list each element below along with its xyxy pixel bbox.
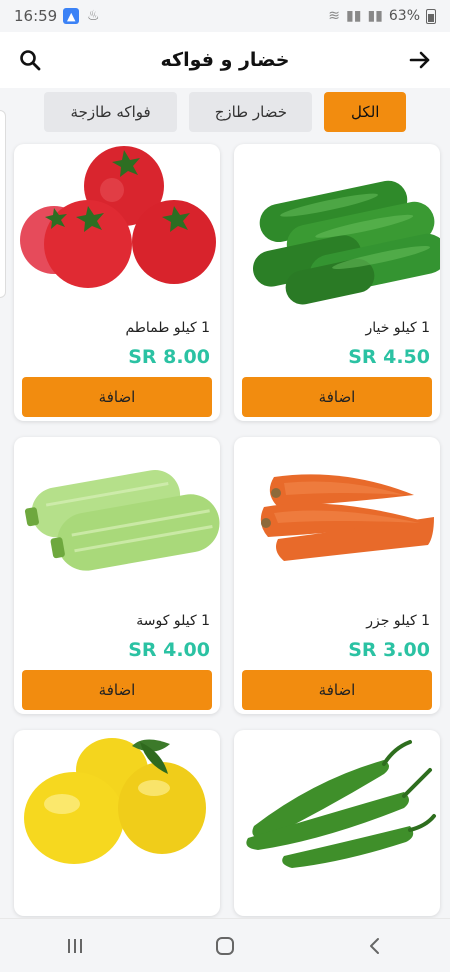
product-name: 1 كيلو خيار — [365, 320, 430, 336]
product-price: SR 4.00 — [128, 639, 210, 661]
cucumber-image — [253, 180, 440, 305]
search-button[interactable] — [14, 44, 46, 76]
add-to-cart-button[interactable]: اضافة — [22, 377, 212, 417]
product-name: 1 كيلو جزر — [366, 613, 430, 629]
page-title: خضار و فواكه — [160, 49, 290, 71]
recent-apps-icon — [68, 938, 82, 953]
system-navigation-bar — [0, 918, 450, 972]
product-card-carrot[interactable]: 1 كيلو جزر SR 3.00 اضافة — [234, 437, 440, 714]
carrot-image — [260, 474, 434, 561]
app-notification-icon: ♨ — [86, 8, 100, 24]
product-card-tomato[interactable]: 1 كيلو طماطم SR 8.00 اضافة — [14, 144, 220, 421]
product-price: SR 8.00 — [128, 346, 210, 368]
signal-icon: ▮▮ — [346, 8, 362, 24]
wifi-icon: ≋ — [328, 8, 341, 24]
home-icon — [216, 936, 234, 955]
app-header: خضار و فواكه — [0, 32, 450, 88]
product-grid: 1 كيلو خيار SR 4.50 اضافة 1 كيلو طماطم S… — [12, 144, 440, 916]
zucchini-image — [24, 469, 220, 571]
product-card-zucchini[interactable]: 1 كيلو كوسة SR 4.00 اضافة — [14, 437, 220, 714]
status-time: 16:59 — [14, 7, 58, 25]
recent-apps-button[interactable] — [55, 926, 95, 966]
system-back-button[interactable] — [355, 926, 395, 966]
home-button[interactable] — [205, 926, 245, 966]
back-button[interactable] — [404, 44, 436, 76]
status-bar: 16:59 ▲ ♨ ≋ ▮▮ ▮▮ 63% — [0, 0, 450, 32]
lemon-image — [24, 738, 206, 864]
gallery-notification-icon: ▲ — [63, 8, 80, 24]
arrow-right-icon — [409, 51, 430, 69]
battery-percent: 63% — [388, 8, 420, 24]
product-price: SR 4.50 — [348, 346, 430, 368]
chevron-left-icon — [370, 937, 379, 954]
search-icon — [20, 50, 41, 71]
tab-fresh-vegetables[interactable]: خضار طازج — [189, 92, 313, 132]
signal-icon-2: ▮▮ — [367, 8, 383, 24]
product-card-chili[interactable] — [234, 730, 440, 916]
add-to-cart-button[interactable]: اضافة — [22, 670, 212, 710]
product-card-cucumber[interactable]: 1 كيلو خيار SR 4.50 اضافة — [234, 144, 440, 421]
product-name: 1 كيلو كوسة — [136, 613, 210, 629]
product-name: 1 كيلو طماطم — [125, 320, 210, 336]
drawer-handle[interactable] — [0, 110, 6, 298]
green-chili-image — [246, 740, 436, 868]
battery-icon — [426, 8, 436, 24]
add-to-cart-button[interactable]: اضافة — [242, 377, 432, 417]
category-tabs: الكل خضار طازج فواكه طازجة — [0, 92, 450, 134]
product-price: SR 3.00 — [348, 639, 430, 661]
tab-fresh-fruits[interactable]: فواكه طازجة — [44, 92, 178, 132]
tomato-image — [20, 146, 216, 288]
product-card-lemon[interactable] — [14, 730, 220, 916]
tab-all[interactable]: الكل — [324, 92, 406, 132]
add-to-cart-button[interactable]: اضافة — [242, 670, 432, 710]
